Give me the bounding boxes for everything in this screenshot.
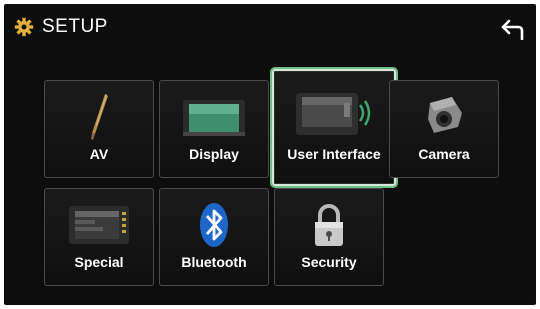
security-icon (315, 204, 343, 246)
camera-tile[interactable]: Camera (389, 80, 499, 178)
special-icon (69, 206, 129, 244)
bluetooth-tile[interactable]: Bluetooth (159, 188, 269, 286)
bluetooth-icon (200, 203, 228, 247)
back-arrow-icon[interactable] (500, 18, 526, 40)
av-icon (91, 94, 108, 140)
title-group: SETUP (14, 16, 108, 38)
setup-screen: SETUP AV Display User Interface Camera S… (4, 4, 536, 305)
user-interface-label: User Interface (287, 146, 381, 162)
user-interface-tile[interactable]: User Interface (272, 69, 396, 186)
special-tile[interactable]: Special (44, 188, 154, 286)
special-label: Special (74, 254, 124, 270)
av-label: AV (89, 146, 109, 162)
gear-icon (14, 17, 34, 37)
display-icon (183, 100, 245, 136)
display-label: Display (189, 146, 239, 162)
bluetooth-label: Bluetooth (181, 254, 247, 270)
security-label: Security (301, 254, 357, 270)
page-title: SETUP (42, 16, 108, 37)
security-tile[interactable]: Security (274, 188, 384, 286)
av-tile[interactable]: AV (44, 80, 154, 178)
header: SETUP (4, 4, 536, 52)
user-interface-icon (296, 93, 371, 135)
display-tile[interactable]: Display (159, 80, 269, 178)
camera-icon (428, 97, 462, 133)
camera-label: Camera (418, 146, 470, 162)
